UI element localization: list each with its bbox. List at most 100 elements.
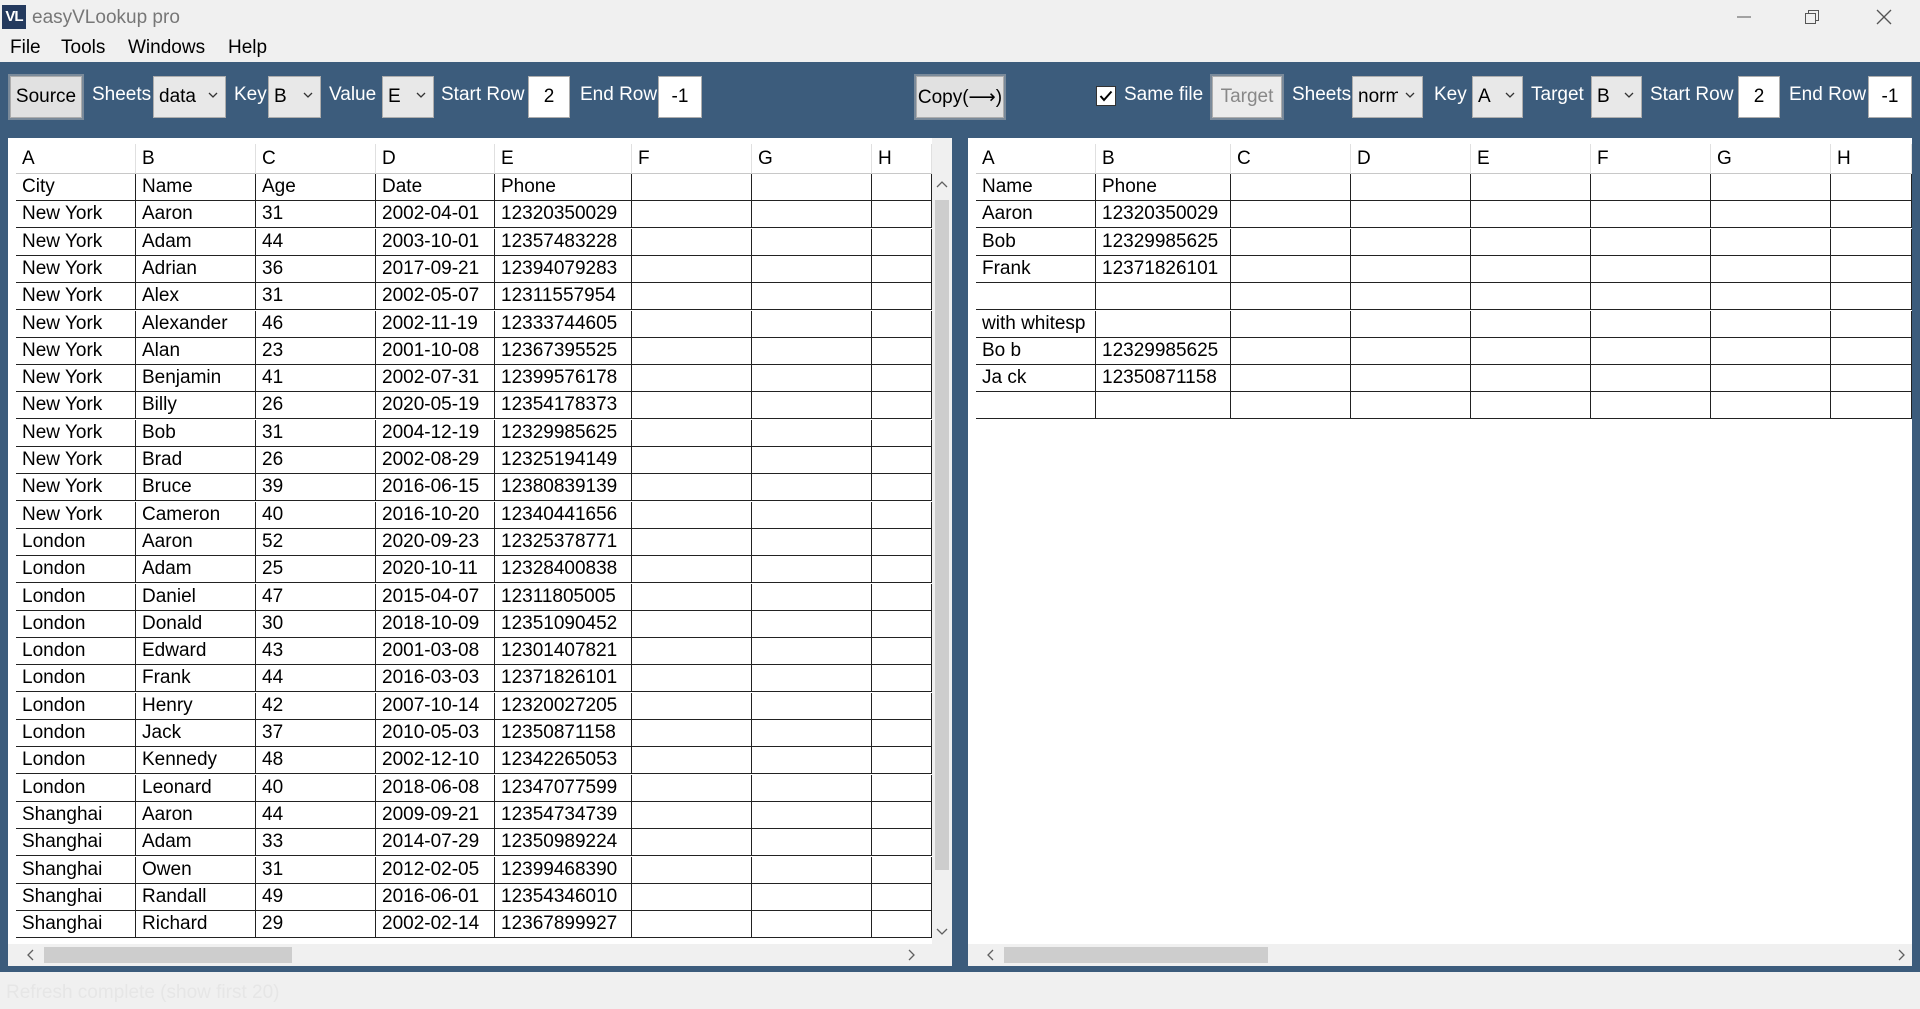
table-cell[interactable]	[752, 747, 872, 775]
source-vertical-scrollbar[interactable]	[932, 138, 952, 944]
table-cell[interactable]	[632, 556, 752, 584]
table-cell[interactable]: Richard	[136, 911, 256, 939]
table-cell[interactable]	[752, 556, 872, 584]
table-cell[interactable]	[1711, 228, 1831, 256]
table-cell[interactable]	[752, 856, 872, 884]
table-cell[interactable]: 36	[256, 255, 376, 283]
table-cell[interactable]	[1591, 392, 1711, 420]
table-cell[interactable]: Shanghai	[16, 801, 136, 829]
table-cell[interactable]	[1471, 201, 1591, 229]
target-start-row-input[interactable]: 2	[1738, 76, 1780, 118]
table-cell[interactable]	[752, 720, 872, 747]
table-cell[interactable]	[1711, 174, 1831, 201]
table-cell[interactable]	[872, 556, 932, 584]
table-cell[interactable]	[1711, 392, 1831, 420]
scroll-right-icon[interactable]	[1894, 947, 1910, 963]
scroll-right-icon[interactable]	[904, 947, 920, 963]
table-cell[interactable]	[1351, 283, 1471, 311]
table-cell[interactable]: Name	[136, 174, 256, 201]
table-cell[interactable]: 12342265053	[495, 747, 632, 775]
table-cell[interactable]: 2002-07-31	[376, 365, 495, 393]
table-cell[interactable]: 12340441656	[495, 501, 632, 529]
source-horizontal-scrollbar[interactable]	[8, 944, 952, 966]
source-value-select[interactable]: E	[382, 76, 434, 118]
table-cell[interactable]	[632, 365, 752, 393]
table-cell[interactable]: 12325378771	[495, 528, 632, 556]
table-cell[interactable]: 26	[256, 447, 376, 474]
table-cell[interactable]: 12311805005	[495, 583, 632, 611]
table-cell[interactable]	[872, 283, 932, 311]
table-cell[interactable]: London	[16, 638, 136, 666]
table-cell[interactable]: Ja ck	[976, 365, 1096, 393]
table-cell[interactable]	[872, 255, 932, 283]
table-cell[interactable]	[1711, 310, 1831, 338]
menu-tools[interactable]: Tools	[61, 37, 105, 59]
table-cell[interactable]	[752, 774, 872, 802]
table-cell[interactable]: New York	[16, 447, 136, 474]
target-column-header-e[interactable]: E	[1471, 144, 1591, 174]
table-cell[interactable]	[872, 747, 932, 775]
target-column-header-h[interactable]: H	[1831, 144, 1912, 174]
table-cell[interactable]: 12320350029	[495, 201, 632, 229]
table-cell[interactable]	[872, 174, 932, 201]
table-cell[interactable]	[752, 528, 872, 556]
source-start-row-input[interactable]: 2	[528, 76, 570, 118]
table-cell[interactable]	[1351, 365, 1471, 393]
table-cell[interactable]: London	[16, 774, 136, 802]
table-cell[interactable]	[1831, 310, 1912, 338]
source-end-row-input[interactable]: -1	[658, 76, 702, 118]
table-cell[interactable]: 2004-12-19	[376, 419, 495, 447]
table-cell[interactable]	[872, 474, 932, 502]
table-cell[interactable]	[1591, 201, 1711, 229]
table-cell[interactable]: Brad	[136, 447, 256, 474]
close-button[interactable]	[1850, 0, 1918, 34]
table-cell[interactable]: 2016-06-15	[376, 474, 495, 502]
target-col-select[interactable]: B	[1591, 76, 1642, 118]
table-cell[interactable]: 47	[256, 583, 376, 611]
table-cell[interactable]: 12328400838	[495, 556, 632, 584]
table-cell[interactable]: 2016-03-03	[376, 665, 495, 693]
source-horizontal-scroll-thumb[interactable]	[44, 947, 292, 963]
table-cell[interactable]	[1471, 283, 1591, 311]
table-cell[interactable]	[1831, 392, 1912, 420]
table-cell[interactable]	[752, 310, 872, 338]
table-cell[interactable]	[632, 747, 752, 775]
table-cell[interactable]	[872, 720, 932, 747]
table-cell[interactable]: 12311557954	[495, 283, 632, 311]
table-cell[interactable]	[752, 228, 872, 256]
table-cell[interactable]	[872, 665, 932, 693]
table-cell[interactable]	[1711, 337, 1831, 365]
table-cell[interactable]	[872, 638, 932, 666]
table-cell[interactable]	[1591, 337, 1711, 365]
table-cell[interactable]: 2001-03-08	[376, 638, 495, 666]
table-cell[interactable]	[632, 447, 752, 474]
table-cell[interactable]	[632, 720, 752, 747]
table-cell[interactable]	[1591, 283, 1711, 311]
table-cell[interactable]	[872, 228, 932, 256]
table-cell[interactable]	[752, 883, 872, 911]
table-cell[interactable]: Adam	[136, 228, 256, 256]
table-cell[interactable]: New York	[16, 392, 136, 420]
table-cell[interactable]	[632, 829, 752, 857]
table-cell[interactable]: 12380839139	[495, 474, 632, 502]
table-cell[interactable]	[632, 692, 752, 720]
table-cell[interactable]	[1096, 310, 1231, 338]
table-cell[interactable]	[1591, 174, 1711, 201]
table-cell[interactable]: 40	[256, 501, 376, 529]
table-cell[interactable]	[632, 883, 752, 911]
table-cell[interactable]	[1231, 310, 1351, 338]
table-cell[interactable]	[1096, 283, 1231, 311]
table-cell[interactable]	[872, 583, 932, 611]
menu-file[interactable]: File	[10, 37, 41, 59]
table-cell[interactable]: 31	[256, 283, 376, 311]
table-cell[interactable]	[1831, 228, 1912, 256]
table-cell[interactable]	[632, 856, 752, 884]
table-cell[interactable]: London	[16, 720, 136, 747]
table-cell[interactable]: 48	[256, 747, 376, 775]
table-cell[interactable]: 52	[256, 528, 376, 556]
table-cell[interactable]: London	[16, 665, 136, 693]
table-cell[interactable]	[872, 310, 932, 338]
table-cell[interactable]: Alex	[136, 283, 256, 311]
table-cell[interactable]	[752, 365, 872, 393]
table-cell[interactable]: 2016-06-01	[376, 883, 495, 911]
